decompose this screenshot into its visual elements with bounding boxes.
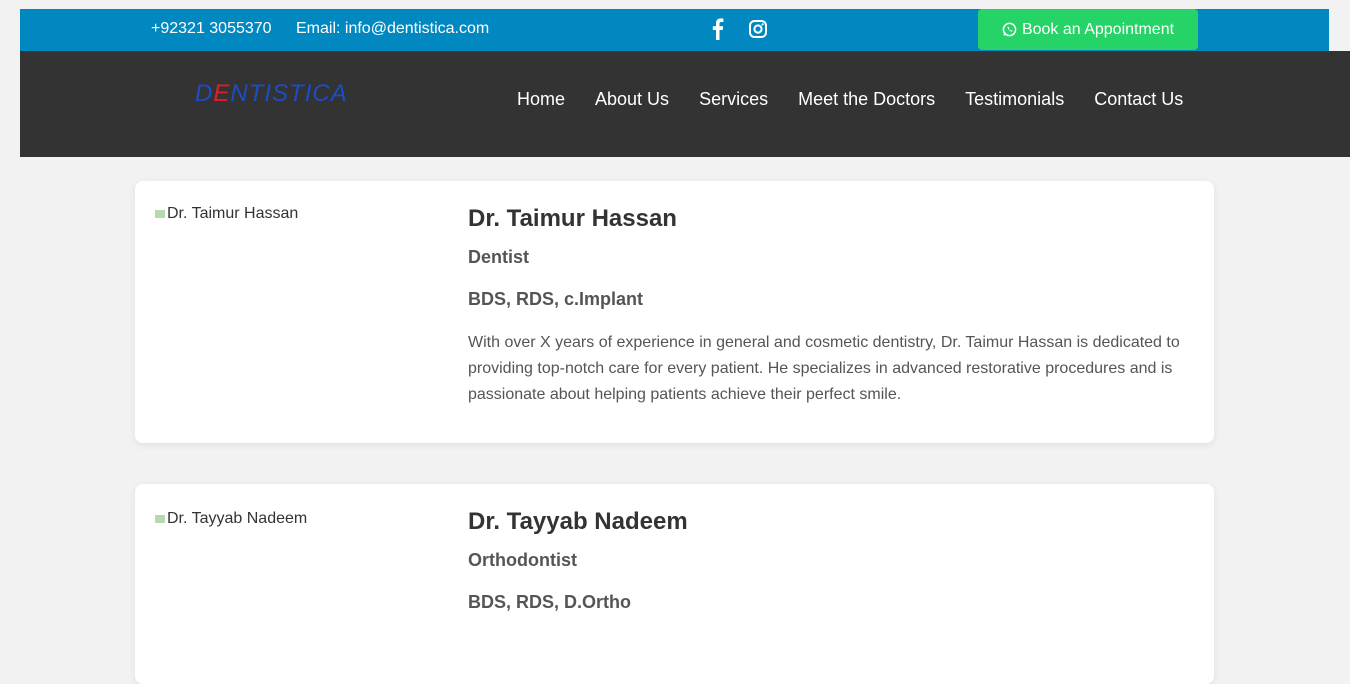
top-contact-bar: +92321 3055370 Email: info@dentistica.co… (20, 9, 1329, 51)
doctor-card: Dr. Tayyab Nadeem Dr. Tayyab Nadeem Orth… (135, 484, 1214, 684)
doctor-bio: With over X years of experience in gener… (468, 334, 1180, 403)
doctor-photo-alt: Dr. Taimur Hassan (167, 205, 299, 222)
book-appointment-button[interactable]: Book an Appointment (978, 9, 1198, 50)
doctor-name: Dr. Tayyab Nadeem (468, 508, 688, 535)
social-links (708, 18, 768, 40)
instagram-icon[interactable] (748, 18, 768, 40)
nav-about-us[interactable]: About Us (595, 89, 669, 110)
broken-image-icon (155, 209, 165, 218)
nav-contact-us[interactable]: Contact Us (1094, 89, 1183, 110)
logo-letter-d: D (195, 80, 214, 107)
book-appointment-label: Book an Appointment (1021, 20, 1175, 38)
doctor-name: Dr. Taimur Hassan (468, 205, 677, 232)
nav-services[interactable]: Services (699, 89, 768, 110)
doctor-info: Dr. Taimur Hassan Dentist BDS, RDS, c.Im… (468, 205, 1184, 408)
logo-text-rest: NTISTICA (230, 80, 348, 107)
doctor-specialty: Dentist (468, 247, 530, 267)
nav-home[interactable]: Home (517, 89, 565, 110)
doctor-info: Dr. Tayyab Nadeem Orthodontist BDS, RDS,… (468, 508, 1184, 613)
main-navbar: DENTISTICA Home About Us Services Meet t… (20, 51, 1350, 157)
phone-number[interactable]: +92321 3055370 (151, 20, 272, 38)
email-address[interactable]: Email: info@dentistica.com (296, 20, 489, 38)
logo-letter-e: E (213, 80, 231, 107)
logo[interactable]: DENTISTICA (195, 80, 348, 108)
whatsapp-icon (1002, 22, 1017, 37)
doctor-specialty: Orthodontist (468, 550, 577, 570)
doctor-qualifications: BDS, RDS, c.Implant (468, 289, 644, 309)
nav-testimonials[interactable]: Testimonials (965, 89, 1064, 110)
broken-image-icon (155, 514, 165, 523)
doctor-qualifications: BDS, RDS, D.Ortho (468, 592, 632, 612)
doctor-photo-alt: Dr. Tayyab Nadeem (167, 510, 308, 527)
doctor-photo: Dr. Taimur Hassan (155, 201, 315, 226)
facebook-icon[interactable] (708, 18, 728, 40)
nav-meet-the-doctors[interactable]: Meet the Doctors (798, 89, 935, 110)
doctor-card: Dr. Taimur Hassan Dr. Taimur Hassan Dent… (135, 181, 1214, 443)
doctor-photo: Dr. Tayyab Nadeem (155, 506, 315, 531)
main-nav: Home About Us Services Meet the Doctors … (517, 89, 1183, 110)
